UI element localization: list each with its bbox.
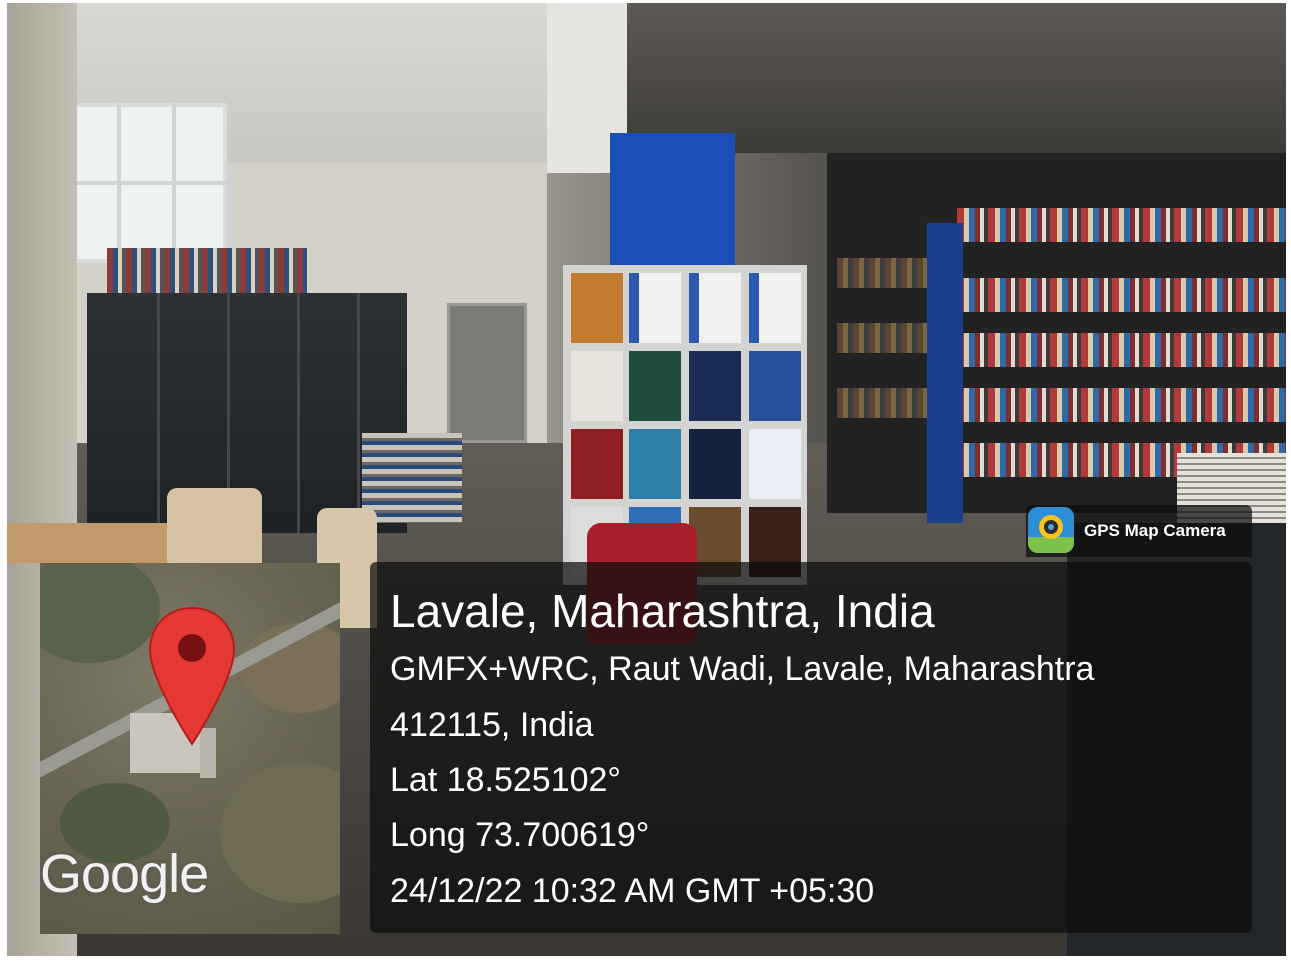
- shelf-books: [957, 388, 1286, 422]
- shelf-books: [957, 333, 1286, 367]
- shelf-books: [957, 278, 1286, 312]
- cabinet-divider: [297, 293, 300, 533]
- address-line-2: 412115, India: [390, 706, 594, 744]
- magazine: [749, 429, 801, 499]
- magazine: [571, 351, 623, 421]
- magazine: [571, 273, 623, 343]
- map-terrain: [40, 563, 160, 663]
- location-info-panel: Lavale, Maharashtra, India GMFX+WRC, Rau…: [370, 562, 1252, 933]
- magazine: [629, 429, 681, 499]
- window-frame: [172, 103, 176, 263]
- shelf-books: [957, 208, 1286, 242]
- magazine: [689, 351, 741, 421]
- magazine: [749, 351, 801, 421]
- satellite-map-thumbnail: Google: [40, 563, 340, 934]
- app-brand-label: GPS Map Camera: [1084, 521, 1226, 540]
- map-pin-icon: [148, 606, 236, 746]
- magazine: [629, 351, 681, 421]
- location-title: Lavale, Maharashtra, India: [390, 585, 935, 637]
- small-cabinet: [447, 303, 527, 443]
- window-frame: [67, 181, 227, 185]
- longitude-text: Long 73.700619°: [390, 816, 650, 854]
- latitude-text: Lat 18.525102°: [390, 761, 622, 799]
- blue-display-panel: [610, 133, 735, 273]
- books-on-cabinet: [107, 248, 307, 298]
- map-attribution: Google: [40, 844, 209, 904]
- magazine: [749, 273, 801, 343]
- magazine: [689, 429, 741, 499]
- ceiling-right: [607, 3, 1286, 153]
- shelf-end-panel: [927, 223, 963, 523]
- app-brand-badge: GPS Map Camera: [1026, 505, 1252, 557]
- timestamp-text: 24/12/22 10:32 AM GMT +05:30: [390, 872, 875, 910]
- chair: [167, 488, 262, 563]
- address-line-1: GMFX+WRC, Raut Wadi, Lavale, Maharashtra: [390, 650, 1095, 688]
- magazine: [571, 429, 623, 499]
- cabinet-divider: [357, 293, 360, 533]
- magazine: [689, 273, 741, 343]
- map-terrain: [220, 763, 340, 903]
- cabinet-divider: [157, 293, 160, 533]
- book-cart: [362, 433, 462, 523]
- window-frame: [117, 103, 121, 263]
- magazine: [629, 273, 681, 343]
- gps-map-camera-app-icon: [1028, 507, 1074, 553]
